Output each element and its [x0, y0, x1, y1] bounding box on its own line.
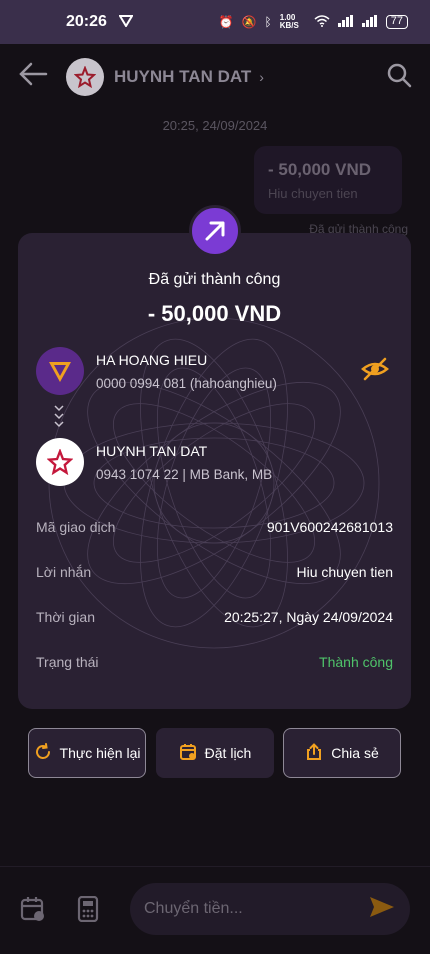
sender-name: HA HOANG HIEU [96, 351, 208, 368]
back-arrow-icon[interactable] [18, 60, 58, 94]
transfer-input-box[interactable] [130, 883, 410, 935]
net-speed: 1.00 KB/S [279, 13, 299, 30]
transaction-id-row: Mã giao dịch 901V600242681013 [36, 519, 393, 535]
share-label: Chia sẻ [331, 745, 379, 761]
signal-icon-1 [337, 14, 354, 30]
chevron-right-icon[interactable]: › [259, 69, 264, 85]
mute-icon: 🔕 [241, 15, 257, 29]
bubble-message: Hiu chuyen tien [268, 186, 358, 201]
status-row: Trạng thái Thành công [36, 654, 393, 670]
signal-icon-2 [361, 14, 378, 30]
message-label: Lời nhắn [36, 564, 92, 580]
status-bar: 20:26 ⏰ 🔕 ᛒ 1.00 KB/S 77 [0, 0, 430, 44]
calculator-icon[interactable] [77, 895, 99, 927]
receiver-account: 0943 1074 22 | MB Bank, MB [96, 466, 273, 482]
bubble-amount: - 50,000 VND [268, 160, 371, 179]
double-chevron-down-icon [52, 403, 66, 431]
receipt-amount: - 50,000 VND [147, 301, 282, 326]
sent-arrow-badge [189, 205, 241, 257]
repeat-button[interactable]: Thực hiện lại [28, 728, 146, 778]
share-icon [305, 742, 323, 764]
battery-icon: 77 [385, 15, 408, 29]
message-value: Hiu chuyen tien [296, 564, 393, 580]
receiver-avatar [36, 438, 84, 486]
repeat-icon [34, 742, 52, 764]
status-value: Thành công [319, 654, 393, 670]
send-icon[interactable] [368, 895, 396, 924]
transfer-input[interactable] [144, 900, 344, 918]
alarm-icon: ⏰ [218, 15, 234, 29]
receiver-row: HUYNH TAN DAT 0943 1074 22 | MB Bank, MB [36, 438, 272, 486]
schedule-label: Đặt lịch [204, 745, 252, 761]
transaction-id-value: 901V600242681013 [266, 519, 393, 535]
bluetooth-icon: ᛒ [264, 15, 272, 29]
message-row: Lời nhắn Hiu chuyen tien [36, 564, 393, 580]
calendar-icon [179, 743, 197, 764]
wifi-icon [314, 14, 330, 30]
chat-header: HUYNH TAN DAT › [0, 44, 430, 110]
contact-avatar[interactable] [66, 58, 104, 96]
schedule-button[interactable]: Đặt lịch [156, 728, 274, 778]
sender-account: 0000 0994 081 (hahoanghieu) [96, 375, 277, 391]
time-label: Thời gian [36, 609, 95, 625]
message-bubble[interactable]: - 50,000 VND Hiu chuyen tien [254, 146, 402, 214]
sender-row: HA HOANG HIEU 0000 0994 081 (hahoanghieu… [36, 347, 277, 395]
receipt-card: Đã gửi thành công - 50,000 VND HA HOANG … [18, 233, 411, 709]
repeat-label: Thực hiện lại [59, 745, 141, 761]
status-time: 20:26 [66, 13, 107, 30]
receiver-name: HUYNH TAN DAT [96, 442, 208, 459]
sender-avatar [36, 347, 84, 395]
status-icons: ⏰ 🔕 ᛒ 1.00 KB/S 77 [219, 14, 408, 30]
receipt-title: Đã gửi thành công [148, 271, 281, 288]
chat-timestamp: 20:25, 24/09/2024 [162, 118, 268, 133]
share-button[interactable]: Chia sẻ [283, 728, 401, 778]
time-row: Thời gian 20:25:27, Ngày 24/09/2024 [36, 609, 393, 625]
arrow-up-right-icon [205, 221, 225, 241]
time-value: 20:25:27, Ngày 24/09/2024 [224, 609, 393, 625]
transaction-id-label: Mã giao dịch [36, 519, 116, 535]
status-label: Trạng thái [36, 654, 99, 670]
search-icon[interactable] [386, 62, 412, 93]
schedule-calendar-icon[interactable] [20, 896, 46, 927]
contact-name[interactable]: HUYNH TAN DAT [114, 67, 251, 87]
eye-hidden-icon[interactable] [361, 357, 389, 386]
navigation-icon [118, 14, 134, 30]
